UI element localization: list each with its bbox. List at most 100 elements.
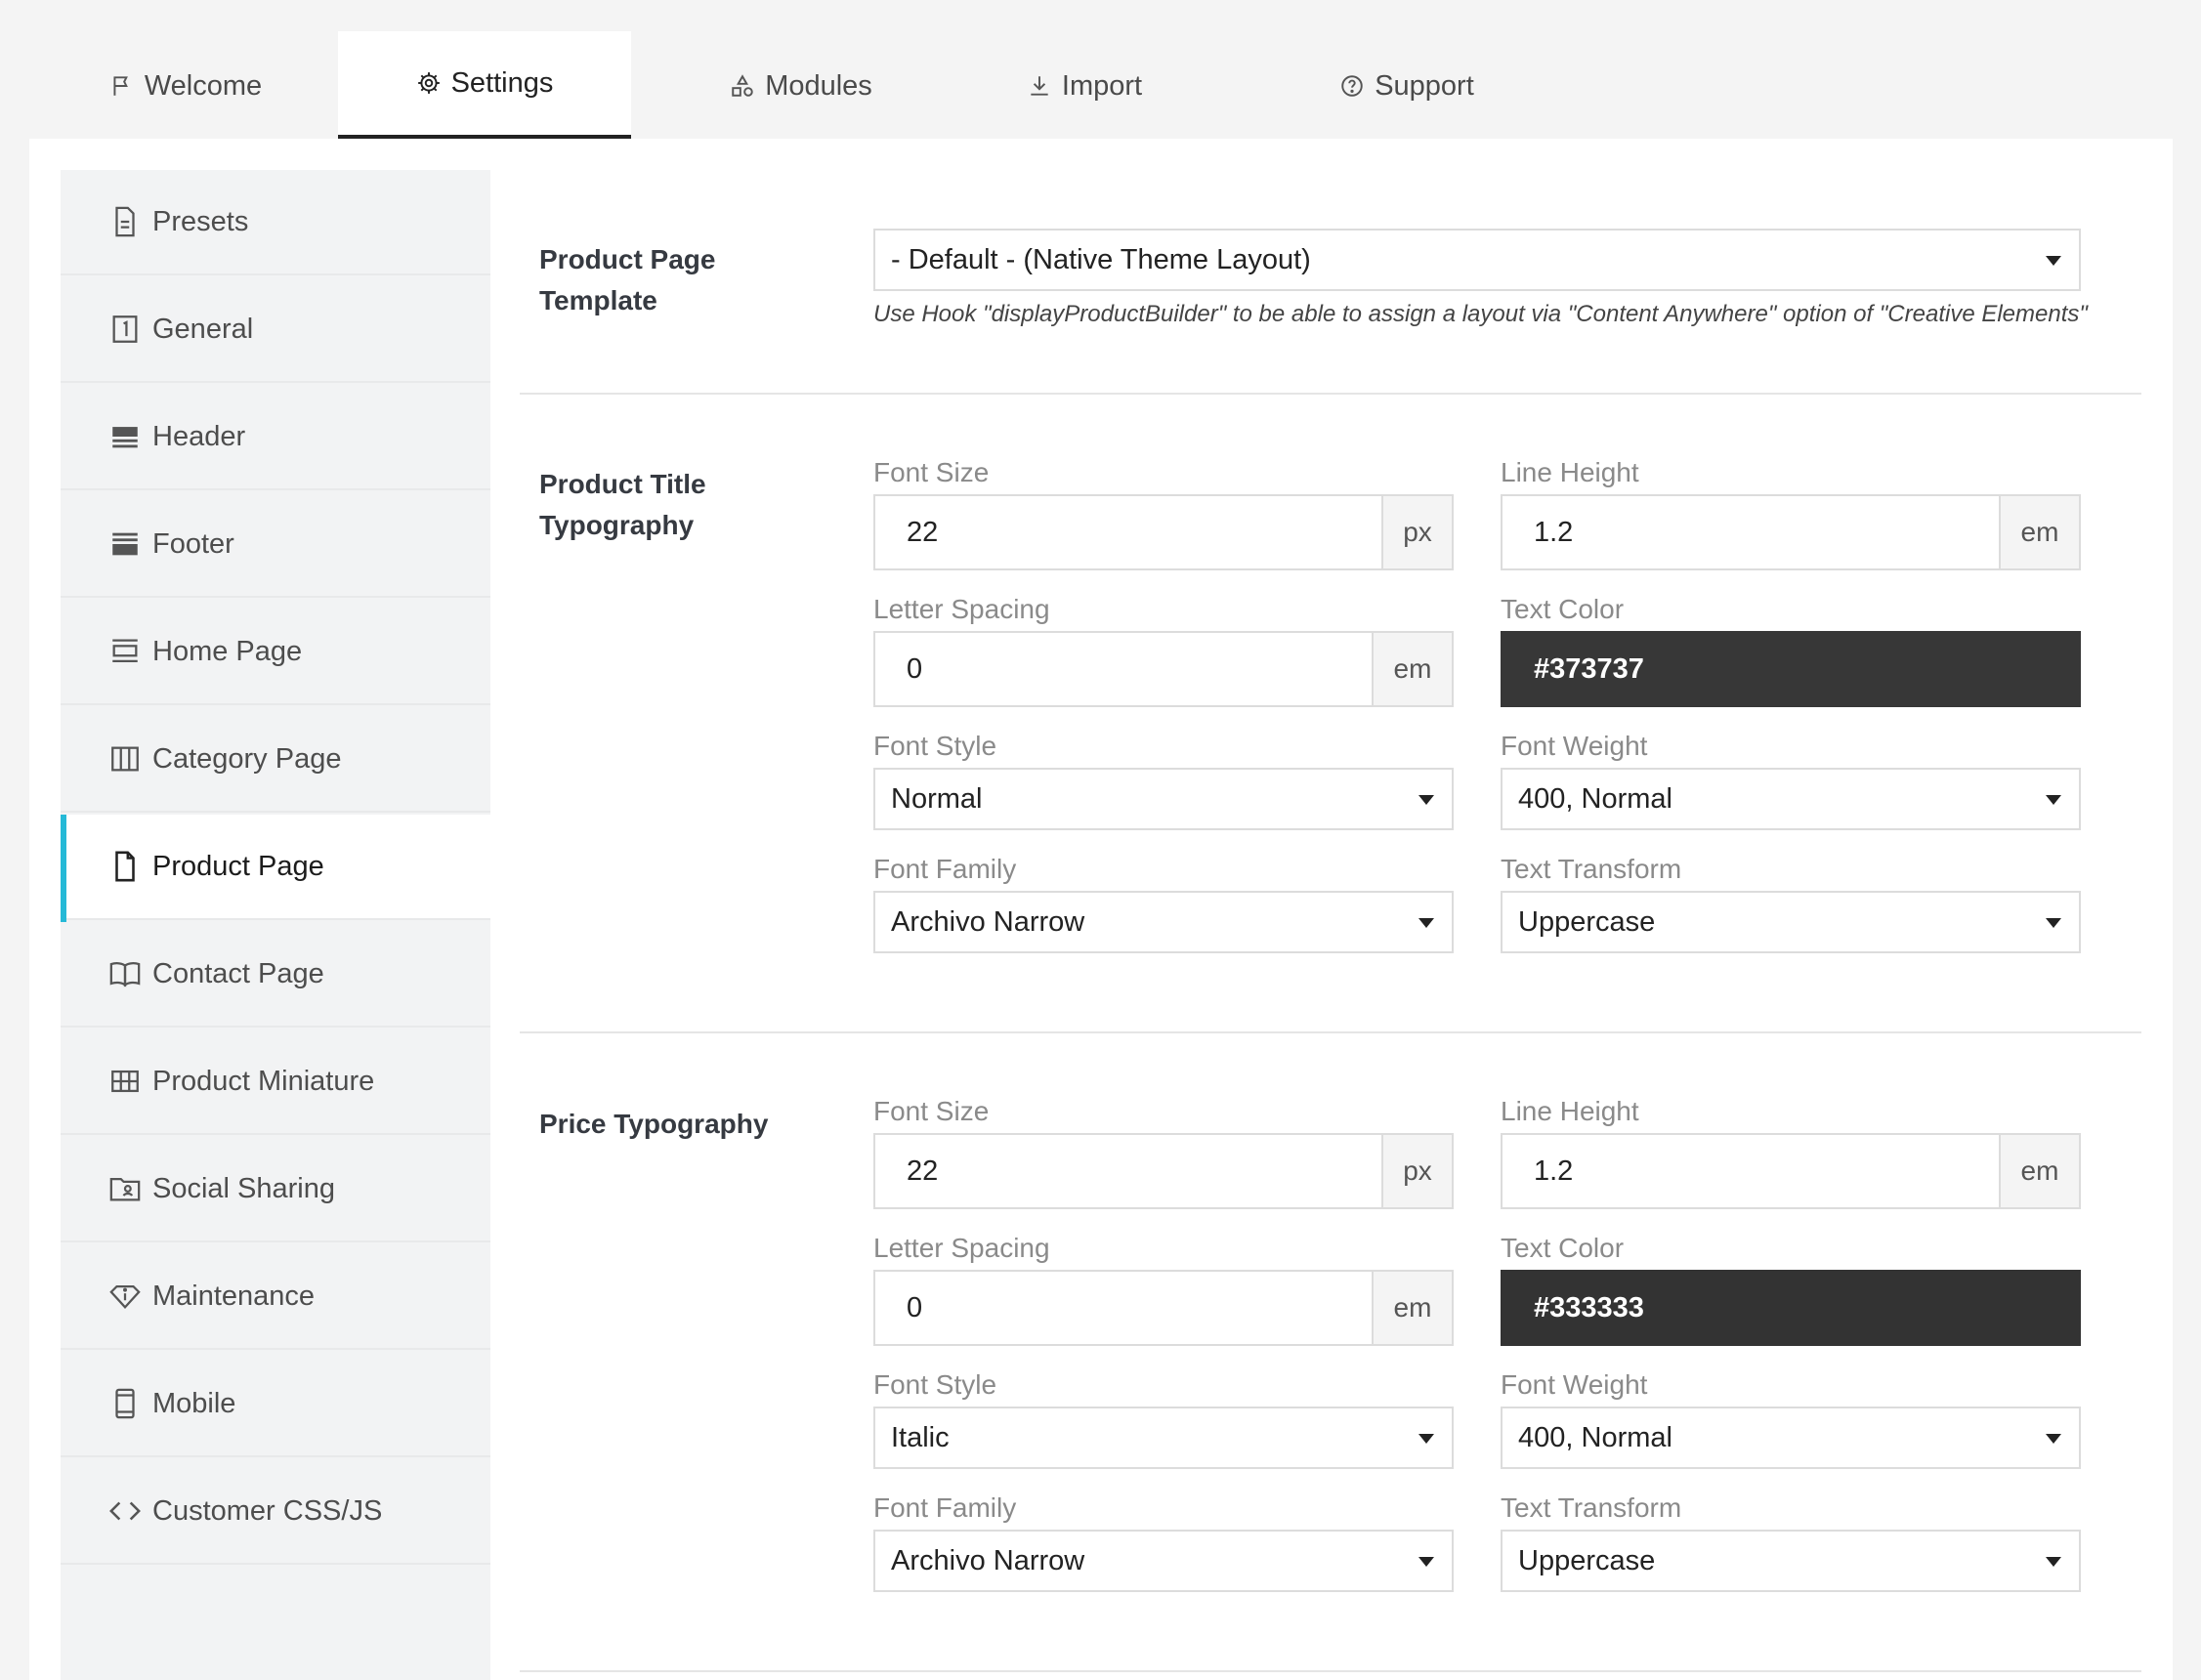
download-icon: [1031, 76, 1048, 96]
price-font-size-input[interactable]: 22 px: [873, 1133, 1454, 1209]
tab-modules[interactable]: Modules: [664, 31, 938, 141]
chevron-down-icon: [1418, 795, 1434, 805]
chevron-down-icon: [2046, 918, 2061, 928]
tab-welcome[interactable]: Welcome: [68, 31, 303, 141]
title-line-height-input[interactable]: 1.2 em: [1501, 494, 2081, 570]
font-weight-label: Font Weight: [1501, 731, 1648, 761]
top-tabs: Welcome Settings Modules Import Support: [0, 0, 2201, 141]
title-text-color-picker[interactable]: #373737: [1501, 631, 2081, 707]
columns-icon: [107, 741, 143, 777]
shapes-icon: [732, 74, 753, 97]
text-transform-value: Uppercase: [1518, 1544, 1656, 1576]
price-font-family-select[interactable]: Archivo Narrow: [873, 1530, 1454, 1592]
letter-spacing-label: Letter Spacing: [873, 1233, 1050, 1263]
font-weight-value: 400, Normal: [1518, 1421, 1672, 1453]
section-divider: [520, 393, 2141, 395]
text-transform-label: Text Transform: [1501, 1492, 1682, 1523]
sidebar-item-category-page[interactable]: Category Page: [61, 707, 490, 813]
font-style-label: Font Style: [873, 1369, 997, 1400]
font-weight-value: 400, Normal: [1518, 782, 1672, 815]
header-icon: [107, 419, 143, 454]
title-letter-spacing-input[interactable]: 0 em: [873, 631, 1454, 707]
sidebar-item-header[interactable]: Header: [61, 385, 490, 490]
unit-em: em: [1372, 1272, 1452, 1344]
line-height-label: Line Height: [1501, 1096, 1639, 1126]
book-icon: [107, 956, 143, 991]
title-font-style-select[interactable]: Normal: [873, 768, 1454, 830]
sidebar-item-label: Mobile: [152, 1387, 236, 1419]
sidebar-item-presets[interactable]: Presets: [61, 170, 490, 275]
price-text-color-picker[interactable]: #333333: [1501, 1270, 2081, 1346]
section-divider: [520, 1670, 2141, 1672]
template-section-label: Product Page Template: [539, 239, 813, 321]
sidebar-item-footer[interactable]: Footer: [61, 492, 490, 598]
sidebar-item-general[interactable]: General: [61, 277, 490, 383]
font-family-label: Font Family: [873, 854, 1017, 884]
home-layout-icon: [107, 634, 143, 669]
sidebar-item-label: Contact Page: [152, 957, 324, 989]
template-select-value: - Default - (Native Theme Layout): [891, 243, 1311, 275]
unit-em: em: [1999, 1135, 2079, 1207]
text-color-label: Text Color: [1501, 594, 1625, 624]
font-size-label: Font Size: [873, 457, 990, 487]
sidebar-item-product-miniature[interactable]: Product Miniature: [61, 1029, 490, 1135]
sidebar-item-social-sharing[interactable]: Social Sharing: [61, 1137, 490, 1242]
flag-icon: [113, 76, 128, 96]
page-icon: [107, 849, 143, 884]
title-font-weight-select[interactable]: 400, Normal: [1501, 768, 2081, 830]
template-label-line1: Product Page: [539, 244, 716, 274]
template-hint: Use Hook "displayProductBuilder" to be a…: [873, 301, 2088, 327]
sidebar-item-label: Customer CSS/JS: [152, 1494, 383, 1527]
price-letter-spacing-input[interactable]: 0 em: [873, 1270, 1454, 1346]
sidebar-item-label: Home Page: [152, 635, 303, 667]
sidebar-item-customer-css-js[interactable]: Customer CSS/JS: [61, 1459, 490, 1565]
letter-spacing-value: 0: [907, 652, 923, 685]
price-text-transform-select[interactable]: Uppercase: [1501, 1530, 2081, 1592]
sidebar-item-mobile[interactable]: Mobile: [61, 1352, 490, 1457]
chevron-down-icon: [1418, 1557, 1434, 1567]
title-text-transform-select[interactable]: Uppercase: [1501, 891, 2081, 953]
unit-em: em: [1999, 496, 2079, 568]
price-line-height-input[interactable]: 1.2 em: [1501, 1133, 2081, 1209]
sidebar-item-label: Footer: [152, 527, 234, 560]
tab-support[interactable]: Support: [1270, 31, 1544, 141]
unit-px: px: [1381, 496, 1452, 568]
sidebar-item-label: Product Page: [152, 850, 324, 882]
sidebar-item-product-page[interactable]: Product Page: [61, 815, 490, 922]
letter-spacing-label: Letter Spacing: [873, 594, 1050, 624]
price-font-weight-select[interactable]: 400, Normal: [1501, 1407, 2081, 1469]
sidebar: Presets General Header Footer Home Page …: [61, 170, 490, 1680]
price-typography-label: Price Typography: [539, 1104, 813, 1145]
font-style-value: Italic: [891, 1421, 950, 1453]
title-font-family-select[interactable]: Archivo Narrow: [873, 891, 1454, 953]
code-icon: [107, 1493, 143, 1529]
template-select[interactable]: - Default - (Native Theme Layout): [873, 229, 2081, 291]
chevron-down-icon: [2046, 256, 2061, 266]
title-typography-label-line2: Typography: [539, 510, 695, 540]
price-font-style-select[interactable]: Italic: [873, 1407, 1454, 1469]
font-family-value: Archivo Narrow: [891, 1544, 1085, 1576]
tab-import[interactable]: Import: [967, 31, 1202, 141]
grid-icon: [107, 1064, 143, 1099]
diamond-info-icon: [107, 1279, 143, 1314]
unit-em: em: [1372, 633, 1452, 705]
chevron-down-icon: [1418, 918, 1434, 928]
chevron-down-icon: [2046, 795, 2061, 805]
sidebar-item-maintenance[interactable]: Maintenance: [61, 1244, 490, 1350]
letter-spacing-value: 0: [907, 1291, 923, 1323]
tab-modules-label: Modules: [765, 69, 872, 102]
sidebar-item-contact-page[interactable]: Contact Page: [61, 922, 490, 1028]
sidebar-item-home-page[interactable]: Home Page: [61, 600, 490, 705]
sidebar-item-label: Category Page: [152, 742, 342, 775]
font-weight-label: Font Weight: [1501, 1369, 1648, 1400]
section-divider: [520, 1031, 2141, 1033]
folder-user-icon: [107, 1171, 143, 1206]
tab-support-label: Support: [1375, 69, 1474, 102]
unit-px: px: [1381, 1135, 1452, 1207]
tab-settings[interactable]: Settings: [338, 31, 631, 141]
footer-icon: [107, 526, 143, 562]
title-font-size-input[interactable]: 22 px: [873, 494, 1454, 570]
title-typography-label-line1: Product Title: [539, 469, 706, 499]
line-height-value: 1.2: [1534, 1155, 1574, 1187]
gear-icon: [417, 72, 440, 94]
